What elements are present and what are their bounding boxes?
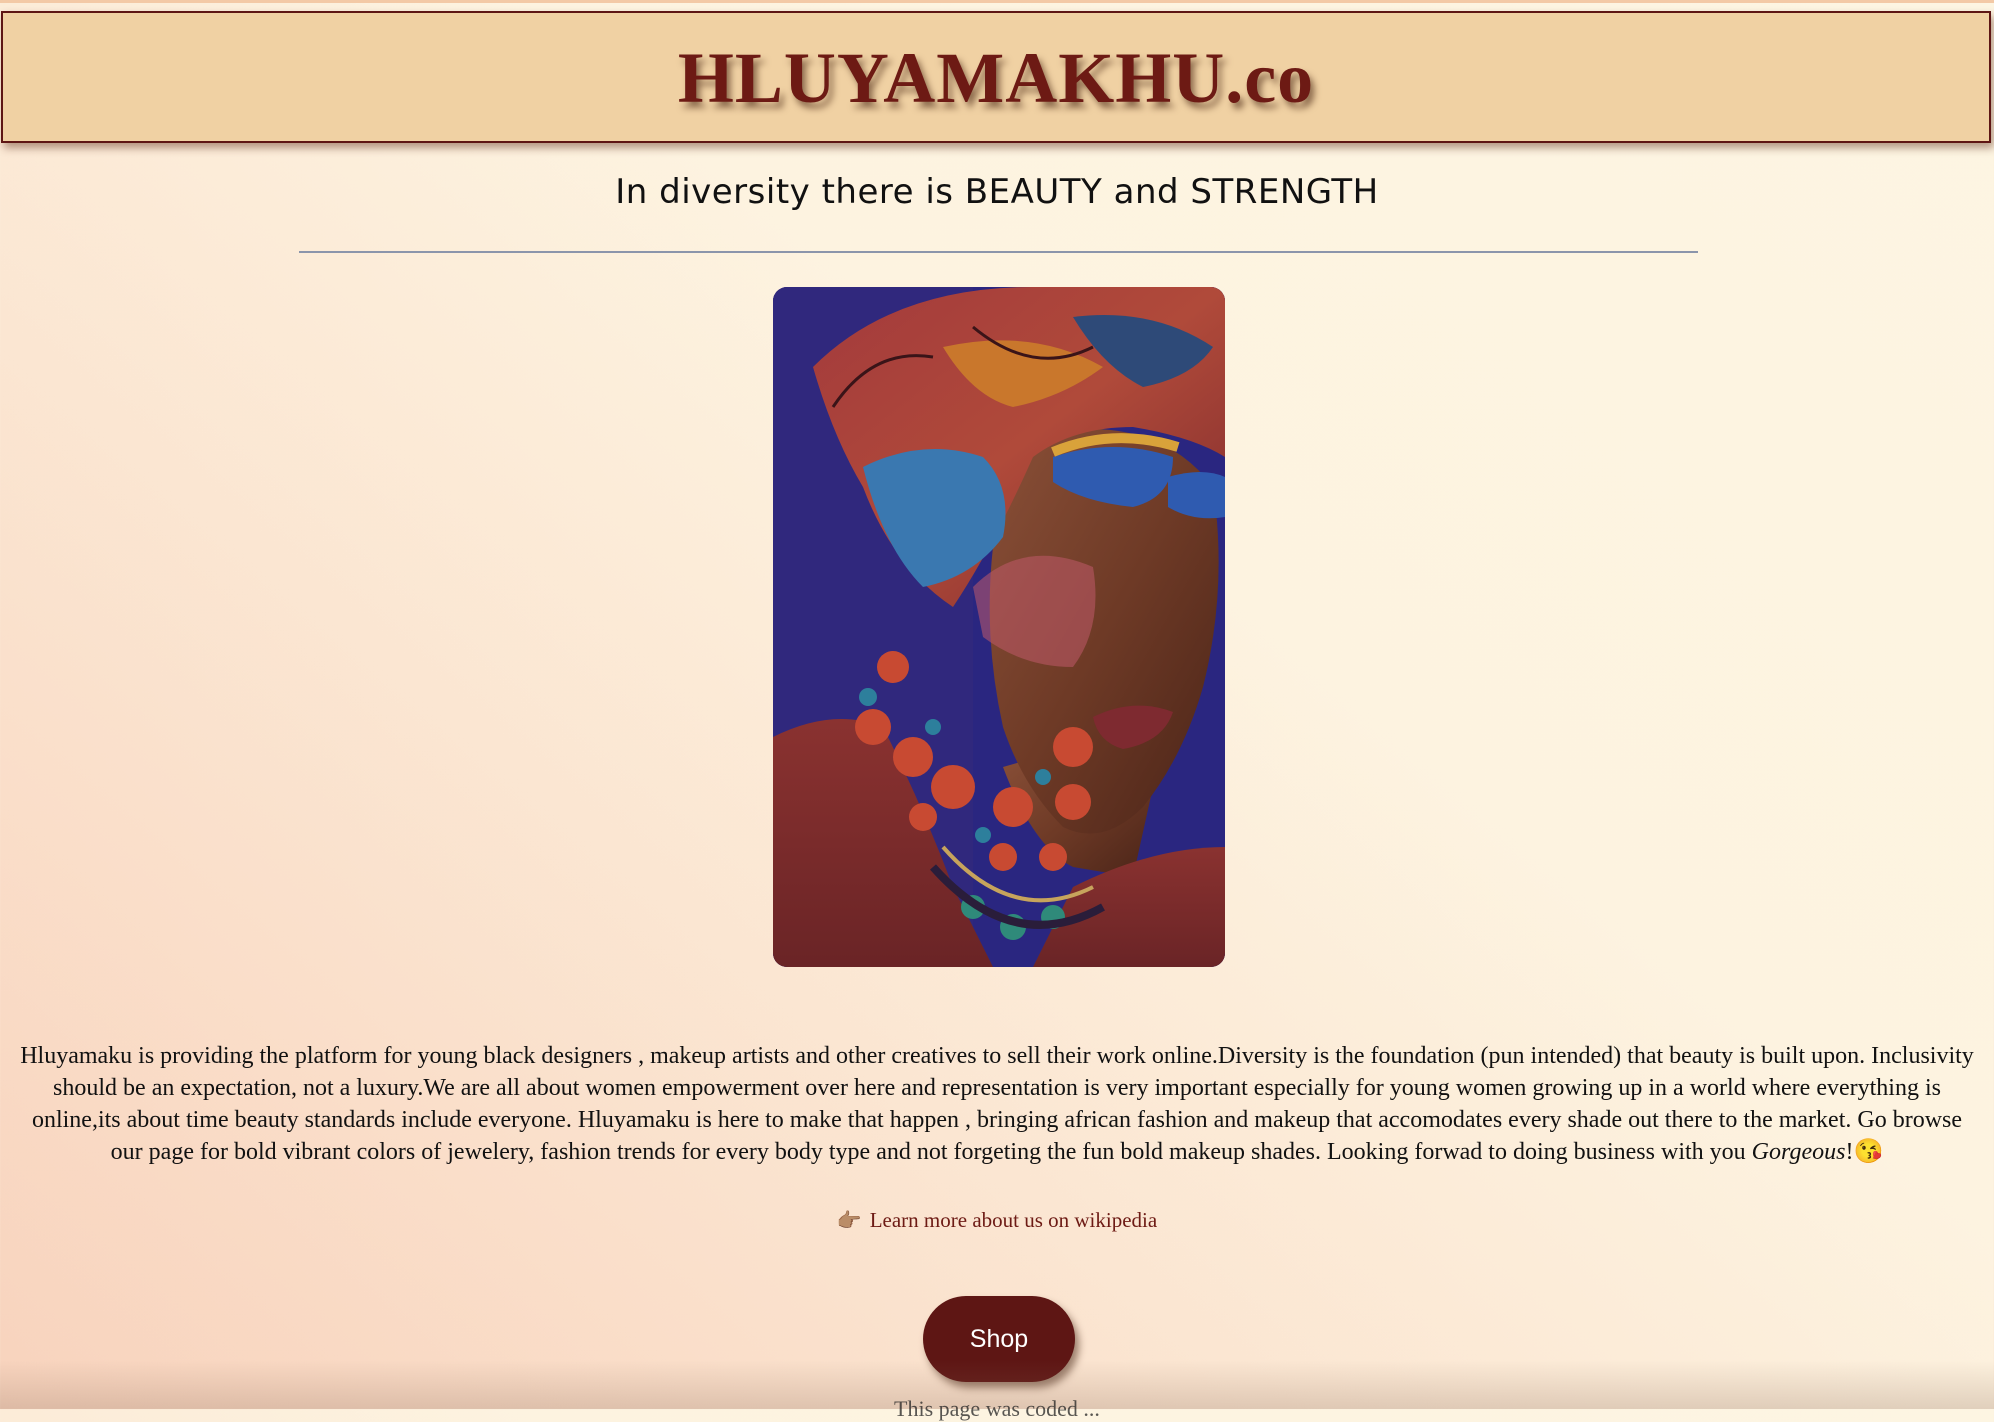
wikipedia-link[interactable]: Learn more about us on wikipedia: [870, 1208, 1158, 1232]
site-header: HLUYAMAKHU.co: [1, 11, 1991, 143]
tagline: In diversity there is BEAUTY and STRENGT…: [615, 172, 1379, 212]
footer-note: This page was coded ...: [894, 1396, 1100, 1421]
about-paragraph: Hluyamaku is providing the platform for …: [20, 1040, 1974, 1168]
about-text: Hluyamaku is providing the platform for …: [20, 1043, 1974, 1165]
site-title: HLUYAMAKHU.co: [677, 37, 1315, 118]
about-closing-word: Gorgeous: [1751, 1139, 1846, 1165]
kiss-emoji-icon: 😘: [1853, 1139, 1884, 1165]
wiki-link-row: 👉🏽 Learn more about us on wikipedia: [0, 1208, 1994, 1233]
divider: [299, 251, 1698, 253]
pointing-hand-icon: 👉🏽: [836, 1208, 862, 1232]
portrait-photo-icon: [773, 287, 1225, 967]
hero-portrait-image: [773, 287, 1225, 967]
top-rule: [0, 0, 1994, 3]
